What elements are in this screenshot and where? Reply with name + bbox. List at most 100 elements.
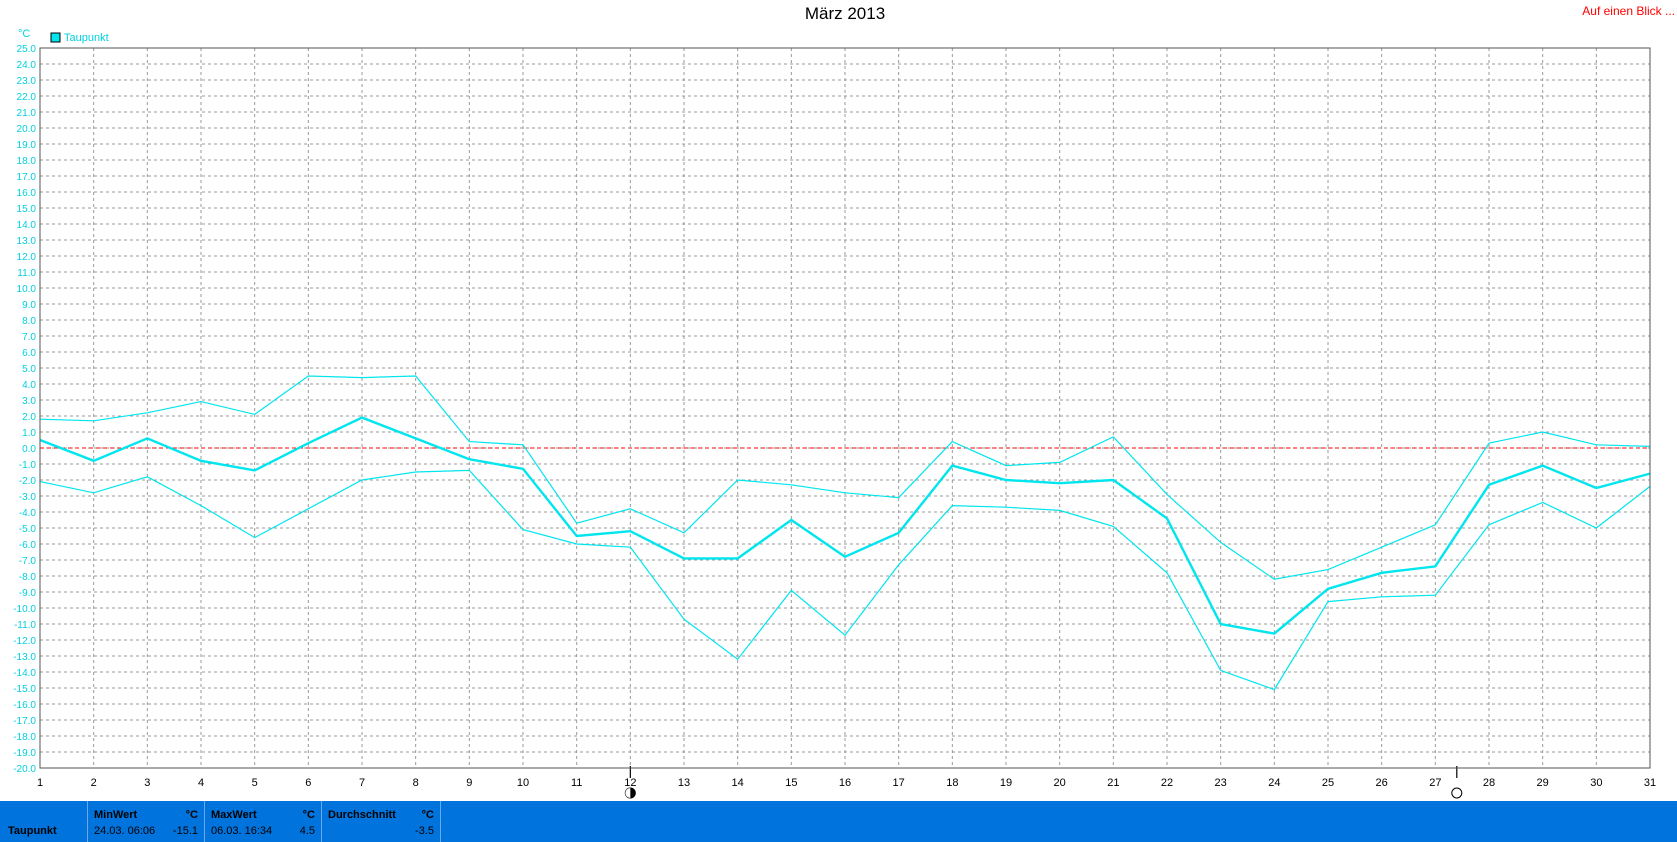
stats-min-value: -15.1 xyxy=(172,825,198,837)
stats-max-cell: MaxWert °C 06.03. 16:34 4.5 xyxy=(205,801,322,842)
y-tick-label: -7.0 xyxy=(19,556,37,567)
y-axis-unit-label: °C xyxy=(18,28,30,40)
y-tick-label: 20.0 xyxy=(17,124,37,135)
x-tick-label: 19 xyxy=(1000,777,1012,789)
y-tick-label: 18.0 xyxy=(17,156,37,167)
x-tick-label: 5 xyxy=(252,777,258,789)
y-tick-label: 7.0 xyxy=(22,332,36,343)
x-tick-label: 4 xyxy=(198,777,204,789)
statistics-bar: Taupunkt MinWert °C 24.03. 06:06 -15.1 M… xyxy=(0,801,1677,842)
y-tick-label: -2.0 xyxy=(19,476,37,487)
x-tick-label: 8 xyxy=(413,777,419,789)
y-tick-label: 4.0 xyxy=(22,380,36,391)
y-tick-label: -3.0 xyxy=(19,492,37,503)
stats-avg-header: Durchschnitt xyxy=(328,809,396,821)
dewpoint-chart: 25.024.023.022.021.020.019.018.017.016.0… xyxy=(13,28,1656,799)
x-tick-label: 25 xyxy=(1322,777,1334,789)
y-tick-label: 8.0 xyxy=(22,316,36,327)
x-tick-label: 23 xyxy=(1215,777,1227,789)
grid xyxy=(39,47,1651,769)
x-tick-label: 3 xyxy=(144,777,150,789)
y-tick-label: 15.0 xyxy=(17,204,37,215)
x-tick-label: 15 xyxy=(785,777,797,789)
x-tick-label: 10 xyxy=(517,777,529,789)
stats-min-unit: °C xyxy=(185,809,198,821)
y-tick-label: -16.0 xyxy=(13,700,36,711)
x-tick-label: 30 xyxy=(1590,777,1602,789)
y-tick-label: -18.0 xyxy=(13,732,36,743)
x-tick-label: 20 xyxy=(1054,777,1066,789)
x-tick-label: 13 xyxy=(678,777,690,789)
y-tick-label: -10.0 xyxy=(13,604,36,615)
x-tick-label: 12 xyxy=(624,777,636,789)
x-tick-label: 11 xyxy=(571,777,582,789)
y-tick-label: 5.0 xyxy=(22,364,36,375)
stats-max-unit: °C xyxy=(302,809,315,821)
x-tick-label: 31 xyxy=(1644,777,1656,789)
y-tick-label: -14.0 xyxy=(13,668,36,679)
y-tick-label: 19.0 xyxy=(17,140,37,151)
y-tick-label: -1.0 xyxy=(19,460,37,471)
stats-avg-cell: Durchschnitt °C -3.5 xyxy=(322,801,441,842)
stats-min-date: 24.03. 06:06 xyxy=(94,825,156,837)
x-tick-label: 28 xyxy=(1483,777,1495,789)
y-tick-label: 14.0 xyxy=(17,220,37,231)
y-tick-label: -5.0 xyxy=(19,524,37,535)
y-tick-label: -13.0 xyxy=(13,652,36,663)
half-moon-shade xyxy=(625,788,631,798)
stats-avg-value: -3.5 xyxy=(415,825,434,837)
y-tick-label: 17.0 xyxy=(17,172,37,183)
x-tick-label: 6 xyxy=(305,777,311,789)
full-moon-icon xyxy=(1451,787,1463,799)
x-tick-label: 22 xyxy=(1161,777,1173,789)
x-tick-label: 14 xyxy=(732,777,744,789)
y-tick-label: -8.0 xyxy=(19,572,37,583)
stats-avg-unit: °C xyxy=(421,809,434,821)
x-tick-label: 18 xyxy=(946,777,958,789)
y-tick-label: -17.0 xyxy=(13,716,36,727)
moon-phase-markers xyxy=(624,766,1463,799)
y-tick-label: 10.0 xyxy=(17,284,37,295)
x-tick-label: 2 xyxy=(91,777,97,789)
stats-series-cell: Taupunkt xyxy=(0,801,88,842)
y-tick-label: 11.0 xyxy=(17,268,36,279)
stats-max-value: 4.5 xyxy=(299,825,315,837)
x-tick-label: 9 xyxy=(466,777,472,789)
x-tick-label: 29 xyxy=(1537,777,1549,789)
y-tick-label: 23.0 xyxy=(17,76,37,87)
y-tick-label: 25.0 xyxy=(17,44,37,55)
x-tick-label: 17 xyxy=(893,777,905,789)
y-tick-label: -4.0 xyxy=(19,508,37,519)
y-tick-label: -15.0 xyxy=(13,684,36,695)
legend-label-taupunkt: Taupunkt xyxy=(64,32,109,44)
y-tick-label: -19.0 xyxy=(13,748,36,759)
x-tick-label: 1 xyxy=(37,777,43,789)
y-tick-label: 22.0 xyxy=(17,92,37,103)
y-axis-ticks: 25.0 24.0 23.0 22.0 21.0 20.0 19.0 18.0 17.0 16.0… xyxy=(13,44,36,775)
y-tick-label: -12.0 xyxy=(13,636,36,647)
x-tick-label: 24 xyxy=(1268,777,1280,789)
y-tick-label: 21.0 xyxy=(17,108,37,119)
x-axis-ticks: 1 2 3 4 5 6 7 8 9 10 11 12 13 14 15 16 17 18 19 20 21 22 23 24 2… xyxy=(37,777,1656,789)
x-tick-label: 26 xyxy=(1376,777,1388,789)
stats-max-date: 06.03. 16:34 xyxy=(211,825,273,837)
stats-min-cell: MinWert °C 24.03. 06:06 -15.1 xyxy=(88,801,205,842)
y-tick-label: 16.0 xyxy=(17,188,37,199)
y-tick-label: -9.0 xyxy=(19,588,37,599)
x-tick-label: 7 xyxy=(359,777,365,789)
x-tick-label: 16 xyxy=(839,777,851,789)
y-tick-label: 3.0 xyxy=(22,396,36,407)
y-tick-label: 9.0 xyxy=(22,300,36,311)
y-tick-label: -11.0 xyxy=(14,620,36,631)
stats-series-label: Taupunkt xyxy=(8,825,57,837)
legend-swatch-taupunkt xyxy=(50,32,61,43)
x-tick-label: 21 xyxy=(1107,777,1119,789)
stats-min-header: MinWert xyxy=(94,809,138,821)
y-tick-label: 12.0 xyxy=(17,252,37,263)
y-tick-label: 0.0 xyxy=(22,444,36,455)
y-tick-label: -20.0 xyxy=(13,764,36,775)
y-tick-label: 2.0 xyxy=(22,412,36,423)
y-tick-label: -6.0 xyxy=(19,540,37,551)
y-tick-label: 1.0 xyxy=(22,428,36,439)
x-tick-label: 27 xyxy=(1429,777,1441,789)
